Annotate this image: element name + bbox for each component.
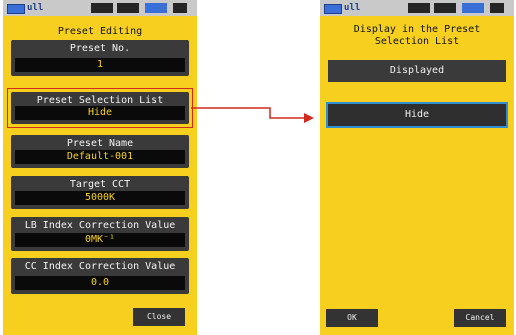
status-bar: ull [320,0,514,16]
option-hide[interactable]: Hide [326,102,508,128]
status-indicator [490,3,504,13]
page-title-line2: Selection List [374,36,460,47]
option-displayed[interactable]: Displayed [328,60,506,82]
status-indicator [434,3,456,13]
cancel-button[interactable]: Cancel [454,309,506,327]
ok-button[interactable]: OK [326,309,378,327]
status-indicator [408,3,430,13]
signal-label: ull [344,3,361,13]
battery-icon [324,4,342,14]
status-indicator-active [462,3,484,13]
preset-selection-display-screen: ull Display in the Preset Selection List… [320,0,514,335]
page-title-line1: Display in the Preset [353,24,481,35]
